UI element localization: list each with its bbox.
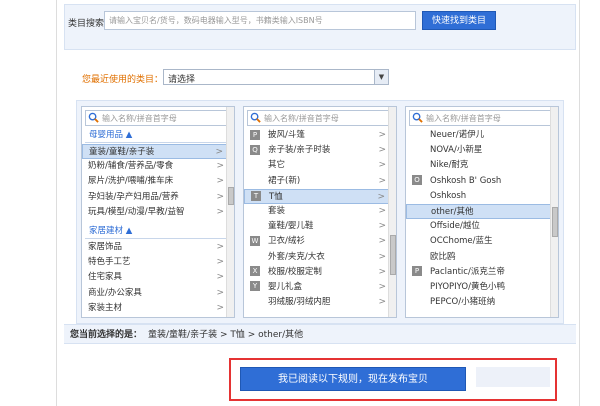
chevron-right-icon: > [216,206,224,217]
list-item[interactable]: P 披风/斗篷 > [244,128,396,143]
quick-find-category-button[interactable]: 快速找到类目 [422,11,496,30]
search-icon [412,112,423,123]
chevron-right-icon: > [377,191,385,202]
letter-index: Y [250,281,260,292]
list-item[interactable]: NOVA/小新星 [406,143,558,158]
list-item[interactable]: 家装主材 > [82,301,234,316]
blurred-region [476,367,550,387]
list-item[interactable]: 童鞋/婴儿鞋 > [244,219,396,234]
list-item[interactable]: 裙子(新) > [244,174,396,189]
list-item[interactable]: 羽绒服/羽绒内胆 > [244,295,396,310]
scrollbar-thumb[interactable] [552,207,558,237]
list-item[interactable]: 奶粉/辅食/营养品/零食 > [82,159,234,174]
column-search-input[interactable]: 输入名称/拼音首字母 [247,110,393,126]
list-item[interactable]: X 校服/校服定制 > [244,265,396,280]
list-item[interactable]: 孕妇装/孕产妇用品/营养 > [82,190,234,205]
list-item[interactable]: Oshkosh [406,189,558,204]
chevron-right-icon: > [378,221,386,232]
chevron-right-icon: > [378,175,386,186]
chevron-right-icon: > [216,191,224,202]
scrollbar[interactable] [550,107,558,317]
scrollbar-thumb[interactable] [390,235,396,275]
chevron-right-icon: > [378,266,386,277]
letter-index: Q [250,144,260,155]
recent-category-label: 您最近使用的类目： [82,75,164,85]
column-search-placeholder: 输入名称/拼音首字母 [102,114,177,123]
list-item[interactable]: P Paclantic/派克兰帝 [406,265,558,280]
letter-index: X [250,266,260,277]
chevron-right-icon: > [216,241,224,252]
chevron-right-icon: > [378,160,386,171]
chevron-right-icon: > [378,205,386,216]
list-item[interactable]: 欧比鸥 [406,250,558,265]
chevron-right-icon: > [215,147,223,157]
list-item[interactable]: 特色手工艺 > [82,255,234,270]
chevron-down-icon[interactable]: ▼ [374,70,388,84]
list-item[interactable]: 套装 > [244,204,396,219]
current-selection-bar: 您当前选择的是： 童装/童鞋/亲子装 > T恤 > other/其他 [64,324,576,344]
chevron-right-icon: > [216,176,224,187]
publish-item-button[interactable]: 我已阅读以下规则，现在发布宝贝 [240,367,466,391]
list-item[interactable]: PIYOPIYO/黄色小鸭 [406,280,558,295]
list-item[interactable]: OCChome/蓝生 [406,234,558,249]
list-item[interactable]: 商业/办公家具 > [82,286,234,301]
list-item[interactable]: Y 婴儿礼盒 > [244,280,396,295]
category-selector: 输入名称/拼音首字母 母婴用品 ▲ 童装/童鞋/亲子装 > 奶粉/辅食/营养品/零… [76,100,564,324]
list-item[interactable]: 尿片/洗护/喂哺/推车床 > [82,174,234,189]
column-search-placeholder: 输入名称/拼音首字母 [426,114,501,123]
letter-index: T [251,191,261,202]
category-column-level1: 输入名称/拼音首字母 母婴用品 ▲ 童装/童鞋/亲子装 > 奶粉/辅食/营养品/零… [81,106,235,318]
chevron-right-icon: > [378,251,386,262]
scrollbar-thumb[interactable] [228,187,234,205]
list-item[interactable]: 住宅家具 > [82,270,234,285]
list-item[interactable]: 玩具/模型/动漫/早教/益智 > [82,205,234,220]
chevron-right-icon: > [216,302,224,313]
chevron-right-icon: > [216,272,224,283]
list-item[interactable]: T T恤 > [244,188,396,204]
list-item[interactable]: 外套/夹克/大衣 > [244,250,396,265]
chevron-right-icon: > [378,145,386,156]
current-selection-path: 童装/童鞋/亲子装 > T恤 > other/其他 [148,330,304,340]
scrollbar[interactable] [226,107,234,317]
group-heading-home[interactable]: 家居建材 ▲ [85,224,231,239]
column-search-input[interactable]: 输入名称/拼音首字母 [409,110,555,126]
letter-index: P [412,266,422,277]
chevron-right-icon: > [378,281,386,292]
chevron-right-icon: > [378,297,386,308]
column-search-placeholder: 输入名称/拼音首字母 [264,114,339,123]
search-icon [88,112,99,123]
list-item[interactable]: Neuer/诺伊儿 [406,128,558,143]
letter-index: W [250,235,260,246]
recent-category-select[interactable]: 请选择 ▼ [163,69,389,85]
list-item[interactable]: W 卫衣/绒衫 > [244,234,396,249]
list-item[interactable]: Offside/越位 [406,219,558,234]
search-icon [250,112,261,123]
list-item[interactable]: 童装/童鞋/亲子装 > [82,144,234,160]
list-item[interactable]: 其它 > [244,158,396,173]
category-column-level3: 输入名称/拼音首字母 Neuer/诺伊儿 NOVA/小新星 Nike/耐克 OO… [405,106,559,318]
current-selection-label: 您当前选择的是： [70,330,143,340]
chevron-right-icon: > [378,130,386,140]
list-item[interactable]: other/其他 [406,203,558,220]
list-item[interactable]: Q 亲子装/亲子时装 > [244,143,396,158]
scrollbar[interactable] [388,107,396,317]
list-item[interactable]: 家居饰品 > [82,240,234,255]
chevron-right-icon: > [216,257,224,268]
letter-index: O [412,175,422,186]
list-item[interactable]: O Oshkosh B' Gosh [406,174,558,189]
column-search-input[interactable]: 输入名称/拼音首字母 [85,110,231,126]
chevron-right-icon: > [378,236,386,247]
category-search-input[interactable]: 请输入宝贝名/货号，数码电器输入型号，书籍类输入ISBN号 [104,11,416,30]
category-column-level2: 输入名称/拼音首字母 P 披风/斗篷 > Q 亲子装/亲子时装 > 其它 > 裙子(新) >… [243,106,397,318]
letter-index: P [250,129,260,140]
list-item[interactable]: Nike/耐克 [406,158,558,173]
group-heading-baby[interactable]: 母婴用品 ▲ [85,128,231,143]
recent-category-value: 请选择 [168,75,196,85]
chevron-right-icon: > [216,287,224,298]
chevron-right-icon: > [216,161,224,172]
list-item[interactable]: PEPCO/小猪班纳 [406,295,558,310]
